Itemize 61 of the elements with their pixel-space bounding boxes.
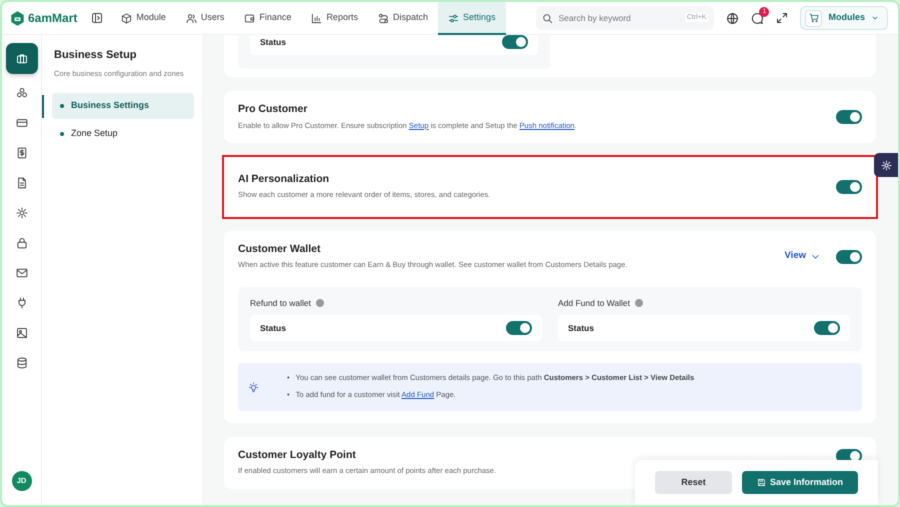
nav-tab[interactable]: Finance xyxy=(234,2,302,34)
settings-tab-button[interactable] xyxy=(874,153,898,177)
save-icon xyxy=(756,478,766,487)
option-label: Refund to wallet xyxy=(250,296,311,310)
cluster-icon xyxy=(16,87,28,99)
toggle-switch[interactable] xyxy=(836,250,862,264)
selection-indicator xyxy=(42,95,44,118)
search-icon xyxy=(542,13,554,24)
document-icon xyxy=(16,177,28,189)
nav-tab[interactable]: Reports xyxy=(301,2,368,34)
nav-tab[interactable]: Settings xyxy=(438,2,506,34)
cube-icon xyxy=(121,12,132,24)
toggle-switch[interactable] xyxy=(836,110,862,124)
dollar-document-icon xyxy=(16,147,28,159)
setting-title: AI Personalization xyxy=(238,172,330,186)
plug-icon xyxy=(16,297,28,309)
database-icon xyxy=(16,357,28,369)
status-label: Status xyxy=(260,322,286,335)
chat-icon xyxy=(751,12,764,24)
sidebar-title: Business Setup xyxy=(54,49,138,62)
chevron-down-icon xyxy=(811,252,820,262)
nav-tab[interactable]: Module xyxy=(111,2,176,34)
mail-icon xyxy=(16,267,28,279)
save-button[interactable]: Save Information xyxy=(742,471,858,494)
image-icon xyxy=(16,327,28,339)
lock-icon xyxy=(16,237,28,249)
route-icon xyxy=(378,12,389,24)
setting-title: Pro Customer xyxy=(238,103,308,116)
info-icon xyxy=(316,298,324,307)
users-icon xyxy=(186,12,197,24)
panel-icon xyxy=(91,12,104,24)
status-label: Status xyxy=(568,322,594,335)
toggle-switch[interactable] xyxy=(836,180,862,194)
card-icon xyxy=(16,117,28,129)
reset-button[interactable]: Reset xyxy=(655,471,732,494)
option-label: Add Fund to Wallet xyxy=(558,296,630,310)
cart-icon xyxy=(808,13,819,23)
sidebar-item[interactable]: Business Settings xyxy=(52,93,194,119)
briefcase-icon xyxy=(16,52,28,64)
wallet-icon xyxy=(244,12,256,24)
setting-title: Customer Loyalty Point xyxy=(238,448,357,462)
sliders-icon xyxy=(448,12,459,24)
modules-button[interactable]: Modules xyxy=(800,6,888,30)
toggle-switch[interactable] xyxy=(506,321,532,336)
sidebar-item[interactable]: Zone Setup xyxy=(52,120,194,146)
expand-icon xyxy=(776,12,788,24)
info-icon xyxy=(634,298,643,307)
bar-chart-icon xyxy=(311,12,322,24)
toggle-switch[interactable] xyxy=(814,321,840,336)
globe-icon xyxy=(726,12,740,24)
logo-icon xyxy=(10,10,25,26)
status-label: Status xyxy=(260,36,286,48)
nav-tab[interactable]: Dispatch xyxy=(368,2,438,34)
setting-title: Customer Wallet xyxy=(238,242,322,256)
toggle-switch[interactable] xyxy=(502,35,528,49)
lightbulb-icon xyxy=(248,382,259,393)
nav-tab[interactable]: Users xyxy=(176,2,234,34)
view-link[interactable]: View xyxy=(784,249,820,264)
brand-name: 6amMart xyxy=(28,10,78,27)
rail-item[interactable] xyxy=(6,43,38,74)
caret-icon xyxy=(871,14,879,22)
